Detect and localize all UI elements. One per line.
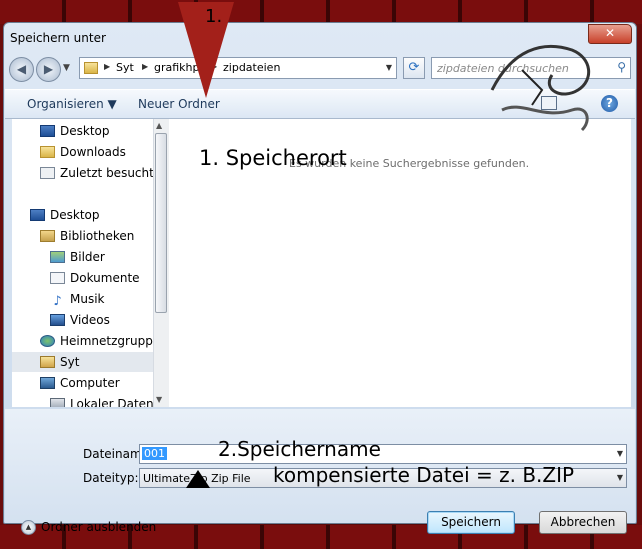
filetype-dropdown-icon[interactable]: ▼ <box>617 473 623 482</box>
back-button[interactable]: ◀ <box>9 57 34 82</box>
address-dropdown-icon[interactable]: ▼ <box>386 63 392 72</box>
videos-icon <box>50 314 65 326</box>
chevron-up-icon[interactable]: ▲ <box>21 520 36 535</box>
sidebar-item-label: Musik <box>70 292 105 306</box>
sidebar-item-label: Desktop <box>60 124 110 138</box>
music-icon: ♪ <box>53 294 62 309</box>
save-form: Dateiname: 001 ▼ Dateityp: UltimateZip Z… <box>5 409 635 535</box>
annotation-location: 1. Speicherort <box>199 146 347 170</box>
background-strip-top <box>0 0 642 24</box>
sidebar-item-recent[interactable]: Zuletzt besucht <box>40 163 154 183</box>
sidebar-item-pictures[interactable]: Bilder <box>50 247 105 267</box>
sidebar-item-label: Heimnetzgruppe <box>60 334 161 348</box>
folder-icon <box>84 62 98 74</box>
filename-dropdown-icon[interactable]: ▼ <box>617 449 623 458</box>
desktop-icon <box>40 125 55 137</box>
sidebar-item-homegroup[interactable]: Heimnetzgruppe <box>40 331 160 351</box>
annotation-arrow-number: 1. <box>205 6 223 27</box>
sidebar-item-syt[interactable]: Syt <box>12 352 162 372</box>
annotation-arrow-up-icon <box>186 470 210 488</box>
sidebar-item-libraries[interactable]: Bibliotheken <box>40 226 134 246</box>
drive-icon <box>50 398 65 407</box>
address-bar[interactable]: ▶ Syt ▶ grafikhp ▶ zipdateien ▼ <box>79 57 397 79</box>
scroll-up-icon[interactable]: ▲ <box>156 121 162 130</box>
sidebar-item-label: Lokaler Datenträger <box>70 397 162 407</box>
scrollbar-thumb[interactable] <box>155 133 167 313</box>
sidebar-item-label: Bibliotheken <box>60 229 135 243</box>
sidebar-item-label: Dokumente <box>70 271 140 285</box>
search-icon[interactable]: ⚲ <box>617 60 626 74</box>
breadcrumb-syt[interactable]: Syt <box>116 61 134 74</box>
window-title: Speichern unter <box>10 31 106 45</box>
sidebar-item-label: Downloads <box>60 145 126 159</box>
homegroup-icon <box>40 335 55 347</box>
breadcrumb-separator-icon[interactable]: ▶ <box>104 62 110 71</box>
breadcrumb-separator-icon[interactable]: ▶ <box>142 62 148 71</box>
sidebar-item-desktop-favorite[interactable]: Desktop <box>40 121 110 141</box>
cancel-button[interactable]: Abbrechen <box>539 511 627 534</box>
documents-icon <box>50 272 65 284</box>
sidebar-item-label: Zuletzt besucht <box>60 166 154 180</box>
sidebar-item-label: Computer <box>60 376 120 390</box>
hide-folders-button[interactable]: Ordner ausblenden <box>41 520 156 534</box>
downloads-folder-icon <box>40 146 55 158</box>
recent-pages-dropdown-icon[interactable]: ▼ <box>63 63 70 73</box>
filename-field[interactable]: 001 ▼ <box>139 444 627 464</box>
annotation-filetype: kompensierte Datei = z. B.ZIP <box>273 463 575 487</box>
desktop-icon <box>30 209 45 221</box>
help-icon[interactable]: ? <box>601 95 618 112</box>
sidebar-item-documents[interactable]: Dokumente <box>50 268 140 288</box>
sidebar-item-computer[interactable]: Computer <box>40 373 120 393</box>
navigation-pane: Desktop Downloads Zuletzt besucht Deskto… <box>12 119 163 407</box>
sidebar-item-desktop[interactable]: Desktop <box>30 205 100 225</box>
computer-icon <box>40 377 55 389</box>
save-button[interactable]: Speichern <box>427 511 515 534</box>
pictures-icon <box>50 251 65 263</box>
sidebar-item-label: Desktop <box>50 208 100 222</box>
sidebar-item-downloads[interactable]: Downloads <box>40 142 126 162</box>
sidebar-item-label: Syt <box>60 355 80 369</box>
filename-value[interactable]: 001 <box>142 447 167 460</box>
annotation-filename: 2.Speichername <box>218 437 381 461</box>
libraries-icon <box>40 230 55 242</box>
file-list[interactable]: Es wurden keine Suchergebnisse gefunden.… <box>169 119 631 407</box>
user-folder-icon <box>40 356 55 368</box>
recent-places-icon <box>40 167 55 179</box>
forward-button[interactable]: ▶ <box>36 57 61 82</box>
decorative-logo-icon <box>490 44 590 132</box>
new-folder-button[interactable]: Neuer Ordner <box>138 97 220 111</box>
sidebar-item-label: Bilder <box>70 250 105 264</box>
filetype-label: Dateityp: <box>83 471 139 485</box>
organize-menu-button[interactable]: Organisieren ▼ <box>27 97 117 111</box>
sidebar-item-videos[interactable]: Videos <box>50 310 110 330</box>
scroll-down-icon[interactable]: ▼ <box>156 395 162 404</box>
sidebar-item-local-disk[interactable]: Lokaler Datenträger <box>50 394 162 407</box>
sidebar-scrollbar[interactable]: ▲ ▼ <box>153 119 169 407</box>
sidebar-item-label: Videos <box>70 313 110 327</box>
sidebar-item-music[interactable]: ♪ Musik <box>50 289 105 309</box>
refresh-button[interactable]: ⟳ <box>403 57 425 79</box>
